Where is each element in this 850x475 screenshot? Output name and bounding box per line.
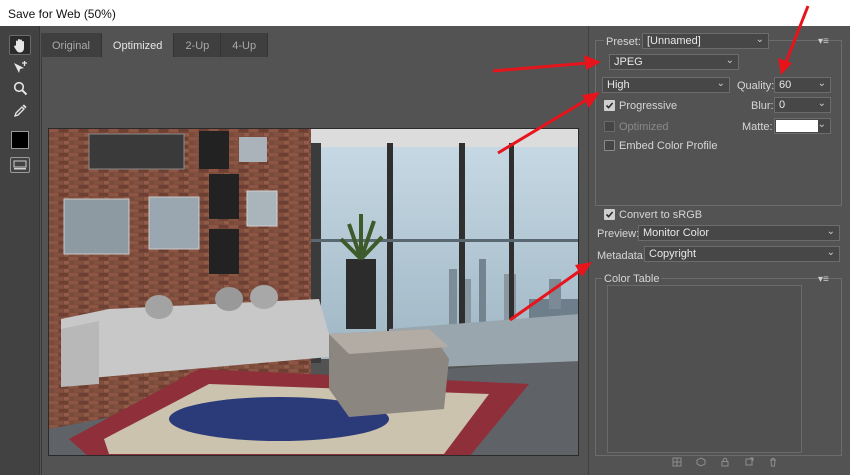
preset-label: Preset:: [604, 36, 643, 48]
toggle-slices-button[interactable]: [10, 157, 30, 173]
hand-tool-button[interactable]: [9, 35, 31, 55]
checkmark-icon: [605, 211, 614, 218]
tab-4-up[interactable]: 4-Up: [221, 33, 269, 57]
panel-menu-icon[interactable]: ▾≡: [818, 36, 829, 47]
window-title: Save for Web (50%): [0, 0, 850, 26]
quality-label: Quality:: [737, 80, 775, 92]
zoom-icon: [13, 81, 27, 95]
matte-dropdown[interactable]: ⌄: [774, 118, 831, 134]
metadata-dropdown[interactable]: Copyright ⌄: [644, 246, 840, 262]
embed-color-profile-checkbox[interactable]: [604, 140, 615, 151]
checkmark-icon: [605, 102, 614, 109]
chevron-down-icon: ⌄: [826, 226, 835, 237]
color-table-grid[interactable]: [607, 285, 802, 453]
progressive-checkbox[interactable]: [604, 100, 615, 111]
tab-optimized[interactable]: Optimized: [101, 33, 175, 57]
optimized-label: Optimized: [619, 121, 669, 133]
matte-color-swatch: [776, 120, 818, 132]
preset-dropdown[interactable]: [Unnamed] ⌄: [642, 33, 769, 49]
tab-2-up[interactable]: 2-Up: [174, 33, 222, 57]
chevron-down-icon: ⌄: [817, 98, 826, 109]
optimized-checkbox[interactable]: [604, 121, 615, 132]
matte-label: Matte:: [742, 121, 773, 133]
metadata-value: Copyright: [649, 248, 697, 260]
slice-select-icon: [14, 61, 27, 73]
compression-value: High: [607, 79, 630, 91]
quality-value: 60: [779, 79, 792, 91]
slice-select-tool-button[interactable]: [9, 58, 31, 78]
preview-value: Monitor Color: [643, 227, 710, 239]
preview-dropdown[interactable]: Monitor Color ⌄: [638, 225, 840, 241]
chevron-down-icon: ⌄: [716, 78, 725, 89]
living-room-photo: [49, 129, 578, 455]
eyedropper-color-swatch[interactable]: [11, 131, 29, 149]
chevron-down-icon: ⌄: [725, 55, 734, 66]
convert-srgb-checkbox[interactable]: [604, 209, 615, 220]
map-color-icon[interactable]: [672, 457, 682, 467]
new-color-icon[interactable]: [744, 457, 754, 467]
blur-input[interactable]: 0 ⌄: [774, 97, 831, 113]
color-table-actions: [672, 457, 778, 467]
color-table-menu-icon[interactable]: ▾≡: [818, 274, 829, 285]
tool-bar: [0, 26, 40, 475]
chevron-down-icon: ⌄: [826, 247, 835, 258]
blur-value: 0: [779, 99, 786, 111]
zoom-tool-button[interactable]: [9, 78, 31, 98]
convert-srgb-label: Convert to sRGB: [619, 209, 703, 221]
compression-quality-dropdown[interactable]: High ⌄: [602, 77, 730, 93]
view-tabs: Original Optimized 2-Up 4-Up: [41, 33, 269, 57]
chevron-down-icon: ⌄: [817, 119, 826, 130]
tab-original[interactable]: Original: [41, 33, 102, 57]
slices-visibility-icon: [13, 160, 27, 170]
trash-icon[interactable]: [768, 457, 778, 467]
format-dropdown[interactable]: JPEG ⌄: [609, 54, 739, 70]
metadata-label: Metadata:: [597, 250, 646, 262]
preview-image[interactable]: [48, 128, 579, 456]
quality-input[interactable]: 60 ⌄: [774, 77, 831, 93]
chevron-down-icon: ⌄: [755, 34, 764, 45]
hand-icon: [14, 38, 24, 52]
color-table-title: Color Table: [602, 273, 662, 285]
format-value: JPEG: [614, 56, 643, 68]
web-shift-icon[interactable]: [696, 457, 706, 467]
preset-value: [Unnamed]: [647, 35, 701, 47]
eyedropper-tool-button[interactable]: [9, 100, 31, 120]
preview-label: Preview:: [597, 228, 640, 240]
blur-label: Blur:: [751, 100, 774, 112]
chevron-down-icon: ⌄: [817, 78, 826, 89]
embed-color-profile-label: Embed Color Profile: [619, 140, 718, 152]
lock-color-icon[interactable]: [720, 457, 730, 467]
eyedropper-icon: [13, 104, 26, 117]
progressive-label: Progressive: [619, 100, 678, 112]
